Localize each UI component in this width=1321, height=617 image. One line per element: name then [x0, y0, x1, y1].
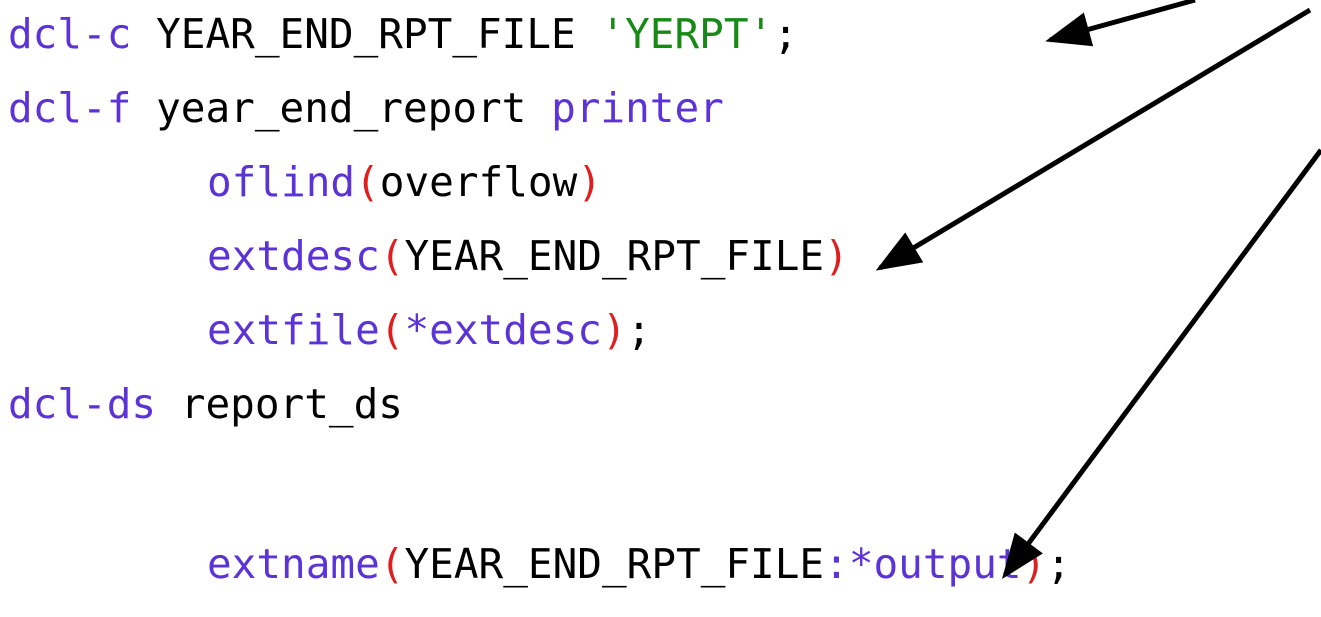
- code-line-2: dcl-f year_end_report printer: [8, 84, 724, 132]
- code-line-5: extfile(*extdesc);: [207, 306, 651, 354]
- colon: :: [824, 540, 849, 588]
- semicolon: ;: [1046, 540, 1071, 588]
- semicolon: ;: [773, 10, 798, 58]
- close-paren: ): [1021, 540, 1047, 588]
- keyword-dcl-ds: dcl-ds: [8, 380, 157, 428]
- code-line-7: extname(YEAR_END_RPT_FILE:*output);: [207, 540, 1071, 588]
- open-paren: (: [379, 540, 405, 588]
- keyword-extfile: extfile: [207, 306, 380, 354]
- close-paren: ): [824, 232, 849, 280]
- code-line-4: extdesc(YEAR_END_RPT_FILE): [207, 232, 849, 280]
- string-literal: 'YERPT': [600, 10, 774, 58]
- code-line-6: dcl-ds report_ds: [8, 380, 403, 428]
- constant-reference: YEAR_END_RPT_FILE: [404, 540, 825, 588]
- keyword-extdesc: extdesc: [207, 232, 380, 280]
- code-line-3: oflind(overflow): [207, 158, 602, 206]
- keyword-extname: extname: [207, 540, 380, 588]
- close-paren: ): [577, 158, 602, 206]
- open-paren: (: [379, 232, 405, 280]
- special-value-output: *output: [848, 540, 1022, 588]
- file-name: year_end_report: [156, 84, 527, 132]
- semicolon: ;: [626, 306, 652, 354]
- data-structure-name: report_ds: [180, 380, 403, 428]
- close-paren: ): [601, 306, 627, 354]
- open-paren: (: [379, 306, 405, 354]
- constant-reference: YEAR_END_RPT_FILE: [404, 232, 825, 280]
- open-paren: (: [355, 158, 380, 206]
- special-value-extdesc: *extdesc: [404, 306, 602, 354]
- keyword-dcl-c: dcl-c: [8, 10, 132, 58]
- indicator-name: overflow: [379, 158, 578, 206]
- code-listing: dcl-c YEAR_END_RPT_FILE 'YERPT'; dcl-f y…: [0, 0, 1321, 617]
- keyword-printer: printer: [551, 84, 724, 132]
- code-line-1: dcl-c YEAR_END_RPT_FILE 'YERPT';: [8, 10, 798, 58]
- keyword-oflind: oflind: [207, 158, 356, 206]
- keyword-dcl-f: dcl-f: [8, 84, 132, 132]
- constant-name: YEAR_END_RPT_FILE: [156, 10, 576, 58]
